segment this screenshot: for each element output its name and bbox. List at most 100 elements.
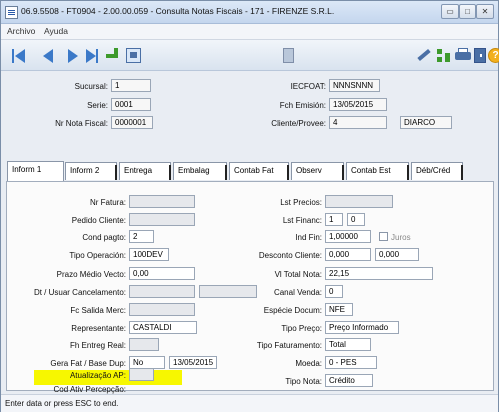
tab-separator [461, 165, 463, 180]
sucursal-label: Sucursal: [74, 82, 108, 91]
enter-icon[interactable] [104, 48, 122, 63]
tab-separator [407, 165, 409, 180]
next-record-icon[interactable] [68, 48, 80, 63]
vl-total-label: Vl Total Nota: [274, 270, 322, 279]
cliente-code-field[interactable]: 4 [329, 116, 387, 129]
cod-ativ-label: Cod Ativ Percepção: [53, 385, 126, 394]
juros-checkbox[interactable] [379, 232, 388, 241]
canal-venda-field[interactable]: 0 [325, 285, 343, 298]
tipo-operacao-label: Tipo Operación: [69, 251, 126, 260]
canal-venda-label: Canal Venda: [273, 288, 322, 297]
lst-financ-field-2[interactable]: 0 [347, 213, 365, 226]
lst-precios-field[interactable] [325, 195, 393, 208]
exit-door-icon[interactable] [474, 48, 486, 63]
minimize-button[interactable]: ▭ [441, 4, 459, 19]
iecfoat-field[interactable]: NNNSNNN [329, 79, 380, 92]
juros-label: Juros [391, 233, 411, 242]
maximize-button[interactable]: □ [459, 4, 476, 19]
help-glyph: ? [492, 50, 499, 61]
tab-inform-2[interactable]: Inform 2 [65, 162, 117, 180]
tipo-nota-label: Tipo Nota: [285, 377, 322, 386]
tab-inform-1[interactable]: Inform 1 [7, 161, 64, 181]
ind-fin-field[interactable]: 1,00000 [325, 230, 371, 243]
tree-icon[interactable] [436, 48, 452, 63]
status-text: Enter data or press ESC to end. [5, 399, 119, 408]
tipo-faturamento-field[interactable]: Total [325, 338, 371, 351]
tab-label: Observ [296, 166, 322, 175]
vl-total-field[interactable]: 22,15 [325, 267, 433, 280]
lst-financ-field-1[interactable]: 1 [325, 213, 343, 226]
sucursal-field[interactable]: 1 [111, 79, 151, 92]
tab-contab-est[interactable]: Contab Est [346, 162, 409, 180]
gera-fat-label: Gera Fat / Base Dup: [50, 359, 126, 368]
tipo-preco-label: Tipo Preço: [281, 324, 322, 333]
especie-label: Espécie Docum: [263, 306, 322, 315]
representante-field[interactable]: CASTALDI [129, 321, 197, 334]
tab-entrega[interactable]: Entrega [119, 162, 171, 180]
fh-entreg-field[interactable] [129, 338, 159, 351]
cond-pagto-field[interactable]: 2 [129, 230, 154, 243]
tab-separator [225, 165, 227, 180]
menu-archivo[interactable]: Archivo [7, 26, 35, 36]
tipo-preco-field[interactable]: Preço Informado [325, 321, 399, 334]
title-bar[interactable]: 06.9.5508 - FT0904 - 2.00.00.059 - Consu… [1, 1, 498, 24]
prazo-medio-label: Prazo Médio Vecto: [56, 270, 126, 279]
tab-label: Déb/Créd [416, 166, 451, 175]
document-icon[interactable] [283, 48, 294, 63]
iecfoat-label: IECFOAT: [290, 82, 326, 91]
desconto-field-1[interactable]: 0,000 [325, 248, 371, 261]
cond-pagto-label: Cond pagto: [82, 233, 126, 242]
tab-label: Inform 1 [12, 165, 42, 174]
desconto-label: Desconto Cliente: [258, 251, 322, 260]
tab-separator [342, 165, 344, 180]
fch-emision-label: Fch Emisión: [279, 101, 326, 110]
previous-record-icon[interactable] [43, 48, 55, 63]
help-icon[interactable]: ? [488, 48, 499, 63]
close-button[interactable]: ✕ [476, 4, 494, 19]
tools-icon[interactable] [416, 48, 432, 63]
serie-label: Serie: [87, 101, 108, 110]
nr-nota-field[interactable]: 0000001 [111, 116, 153, 129]
fch-emision-field[interactable]: 13/05/2015 [329, 98, 387, 111]
menu-ayuda[interactable]: Ayuda [44, 26, 68, 36]
moeda-label: Moeda: [295, 359, 322, 368]
tab-embalag[interactable]: Embalag [173, 162, 227, 180]
tab-observ[interactable]: Observ [291, 162, 344, 180]
tipo-operacao-field[interactable]: 100DEV [129, 248, 169, 261]
fc-salida-label: Fc Salida Merc: [70, 306, 126, 315]
last-record-icon[interactable] [86, 48, 100, 63]
nr-fatura-field[interactable] [129, 195, 195, 208]
especie-field[interactable]: NFE [325, 303, 353, 316]
nr-nota-label: Nr Nota Fiscal: [55, 119, 108, 128]
desconto-field-2[interactable]: 0,000 [375, 248, 419, 261]
atualizacao-label: Atualização AP: [69, 371, 126, 380]
atualizacao-field[interactable] [129, 368, 154, 381]
pedido-cliente-label: Pedido Cliente: [71, 216, 126, 225]
prazo-medio-field[interactable]: 0,00 [129, 267, 195, 280]
tab-label: Entrega [124, 166, 153, 175]
ind-fin-label: Ind Fin: [295, 233, 322, 242]
tab-label: Contab Est [351, 166, 391, 175]
tab-label: Inform 2 [70, 166, 100, 175]
minimize-icon: ▭ [446, 7, 454, 16]
lst-financ-label: Lst Financ: [282, 216, 322, 225]
tipo-nota-field[interactable]: Crédito [325, 374, 373, 387]
pedido-cliente-field[interactable] [129, 213, 195, 226]
fh-entreg-label: Fh Entreg Real: [69, 341, 126, 350]
window-title: 06.9.5508 - FT0904 - 2.00.00.059 - Consu… [21, 6, 335, 16]
tab-separator [115, 165, 117, 180]
close-icon: ✕ [481, 7, 489, 16]
printer-icon[interactable] [455, 48, 471, 63]
tab-contab-fat[interactable]: Contab Fat [229, 162, 289, 180]
calculator-icon[interactable] [126, 48, 141, 63]
toolbar: ? [1, 40, 499, 71]
fc-salida-field[interactable] [129, 303, 195, 316]
dt-cancelamento-field[interactable] [129, 285, 195, 298]
tab-deb-cred[interactable]: Déb/Créd [411, 162, 463, 180]
tab-label: Contab Fat [234, 166, 274, 175]
serie-field[interactable]: 0001 [111, 98, 151, 111]
first-record-icon[interactable] [12, 48, 26, 63]
moeda-field[interactable]: 0 - PES [325, 356, 377, 369]
cliente-name-field[interactable]: DIARCO [400, 116, 452, 129]
tab-separator [169, 165, 171, 180]
